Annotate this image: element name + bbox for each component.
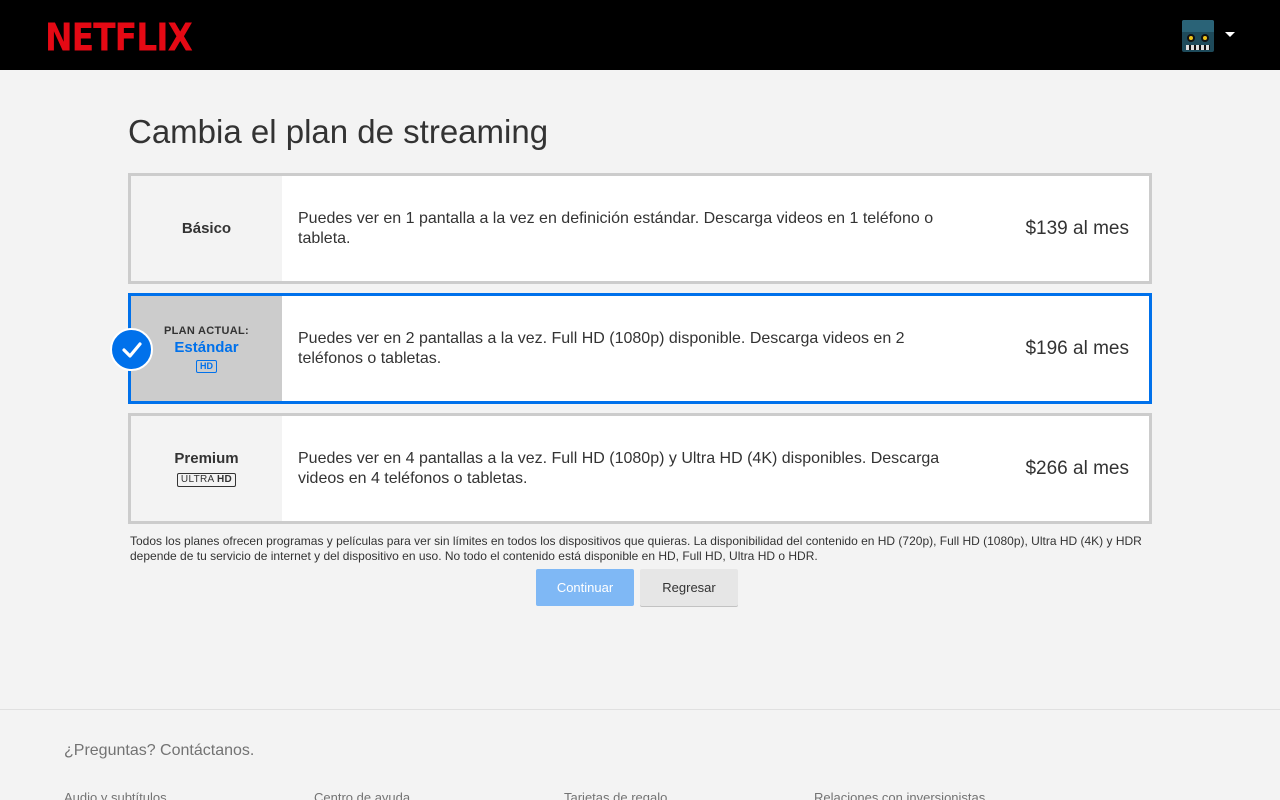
hd-badge: HD: [196, 359, 217, 373]
plan-price: $266 al mes: [1025, 457, 1129, 479]
plan-description: Puedes ver en 2 pantallas a la vez. Full…: [298, 329, 905, 367]
ultra-hd-badge: ULTRA HD: [176, 473, 237, 487]
plan-name: Estándar: [174, 338, 239, 356]
page-title: Cambia el plan de streaming: [128, 113, 549, 150]
plan-price: $139 al mes: [1025, 217, 1129, 239]
caret-down-icon[interactable]: [1225, 32, 1235, 37]
continue-button[interactable]: Continuar: [536, 569, 634, 606]
plan-option-premium[interactable]: Premium ULTRA HD Puedes ver en 4 pantall…: [128, 413, 1152, 524]
badge-suffix: HD: [217, 474, 233, 485]
plan-price: $196 al mes: [1025, 337, 1129, 359]
check-mark-glyph: [122, 342, 142, 358]
footer-link-audio[interactable]: Audio y subtítulos: [64, 790, 167, 800]
plan-name-cell: PLAN ACTUAL: Estándar HD: [131, 296, 282, 401]
back-button[interactable]: Regresar: [640, 569, 738, 606]
avatar-mouth: [1186, 45, 1210, 50]
avatar-right-eye: [1201, 34, 1209, 42]
current-plan-label: PLAN ACTUAL:: [163, 324, 250, 337]
footer-link-investors[interactable]: Relaciones con inversionistas: [814, 790, 985, 800]
check-icon: [110, 328, 153, 371]
top-header: NETFLIX: [0, 0, 1280, 70]
footer-contact-link[interactable]: ¿Preguntas? Contáctanos.: [64, 742, 254, 760]
avatar-left-eye: [1187, 34, 1195, 42]
plan-option-estandar[interactable]: PLAN ACTUAL: Estándar HD Puedes ver en 2…: [128, 293, 1152, 404]
plan-option-basico[interactable]: Básico Puedes ver en 1 pantalla a la vez…: [128, 173, 1152, 284]
netflix-logo[interactable]: NETFLIX: [45, 15, 193, 60]
plan-name-cell: Premium ULTRA HD: [131, 416, 282, 521]
footer-link-giftcards[interactable]: Tarjetas de regalo: [564, 790, 667, 800]
plan-name: Básico: [181, 220, 232, 237]
plan-name: Premium: [174, 450, 239, 467]
plan-description: Puedes ver en 1 pantalla a la vez en def…: [298, 209, 934, 247]
plans-disclaimer: Todos los planes ofrecen programas y pel…: [130, 534, 1142, 563]
footer-divider: [0, 709, 1280, 710]
plan-name-cell: Básico: [131, 176, 282, 281]
plan-description: Puedes ver en 4 pantallas a la vez. Full…: [298, 449, 940, 487]
footer-link-help[interactable]: Centro de ayuda: [314, 790, 410, 800]
badge-prefix: ULTRA: [180, 474, 214, 485]
profile-avatar-icon[interactable]: [1182, 20, 1214, 52]
avatar-head: [1182, 20, 1214, 32]
